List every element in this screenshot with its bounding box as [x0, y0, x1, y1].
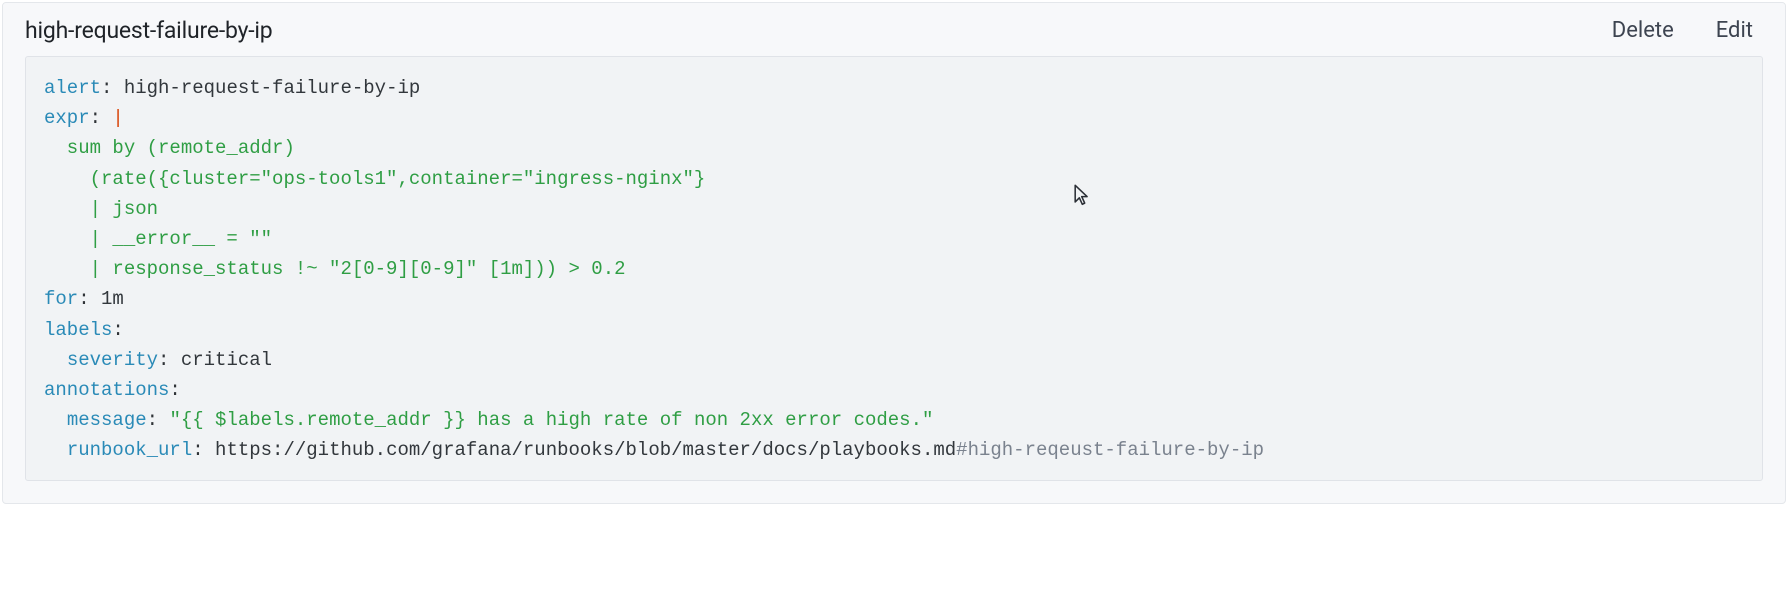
yaml-expr-line: | json — [44, 198, 158, 220]
yaml-value-alert: high-request-failure-by-ip — [124, 77, 420, 99]
yaml-colon: : — [158, 349, 181, 371]
yaml-value-runbook-url: https://github.com/grafana/runbooks/blob… — [215, 439, 956, 461]
alert-rule-card: high-request-failure-by-ip Delete Edit a… — [2, 2, 1786, 504]
rule-title: high-request-failure-by-ip — [25, 17, 273, 44]
yaml-key-labels: labels — [44, 319, 112, 341]
yaml-value-runbook-fragment: #high-reqeust-failure-by-ip — [956, 439, 1264, 461]
card-actions: Delete Edit — [1612, 18, 1763, 43]
yaml-key-for: for — [44, 288, 78, 310]
yaml-expr-line: | response_status !~ "2[0-9][0-9]" [1m])… — [44, 258, 626, 280]
yaml-colon: : — [169, 379, 180, 401]
yaml-key-expr: expr — [44, 107, 90, 129]
yaml-colon: : — [78, 288, 101, 310]
yaml-expr-line: sum by (remote_addr) — [44, 137, 295, 159]
yaml-key-message: message — [67, 409, 147, 431]
yaml-value-message: "{{ $labels.remote_addr }} has a high ra… — [169, 409, 933, 431]
yaml-expr-line: (rate({cluster="ops-tools1",container="i… — [44, 168, 705, 190]
yaml-expr-line: | __error__ = "" — [44, 228, 272, 250]
yaml-key-severity: severity — [67, 349, 158, 371]
edit-button[interactable]: Edit — [1716, 18, 1753, 43]
yaml-colon: : — [192, 439, 215, 461]
yaml-key-alert: alert — [44, 77, 101, 99]
yaml-pipe: | — [112, 107, 123, 129]
yaml-value-severity: critical — [181, 349, 272, 371]
delete-button[interactable]: Delete — [1612, 18, 1674, 43]
yaml-colon: : — [147, 409, 170, 431]
yaml-colon: : — [90, 107, 113, 129]
yaml-code-block: alert: high-request-failure-by-ip expr: … — [25, 56, 1763, 481]
yaml-key-annotations: annotations — [44, 379, 169, 401]
yaml-value-for: 1m — [101, 288, 124, 310]
yaml-colon: : — [112, 319, 123, 341]
card-header: high-request-failure-by-ip Delete Edit — [3, 3, 1785, 56]
yaml-colon: : — [101, 77, 124, 99]
yaml-key-runbook: runbook_url — [67, 439, 192, 461]
